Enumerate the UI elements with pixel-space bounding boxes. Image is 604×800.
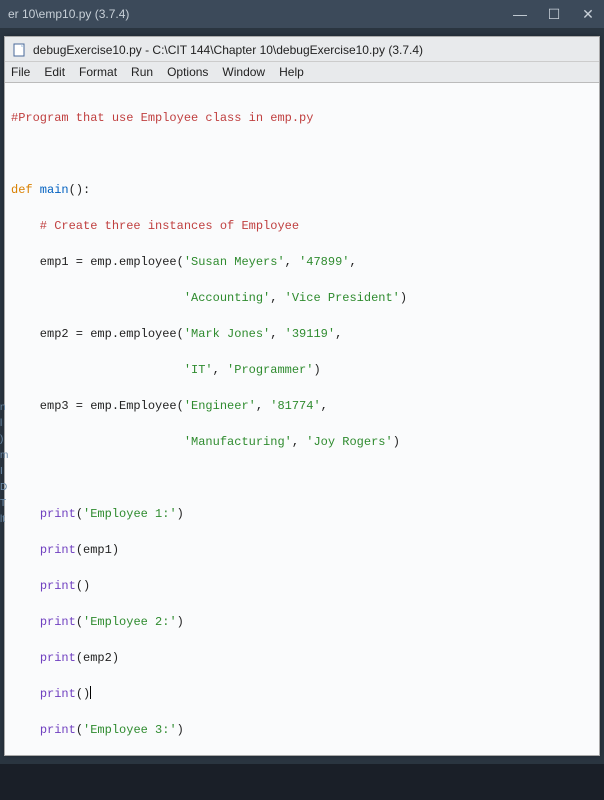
close-button[interactable]: ✕ [580,6,596,23]
menu-edit[interactable]: Edit [44,65,65,79]
menu-format[interactable]: Format [79,65,117,79]
idle-editor-window: debugExercise10.py - C:\CIT 144\Chapter … [4,36,600,756]
text-cursor [90,686,91,699]
editor-titlebar: debugExercise10.py - C:\CIT 144\Chapter … [5,37,599,62]
menubar: File Edit Format Run Options Window Help [5,62,599,83]
windows-taskbar[interactable] [0,764,604,800]
outer-window-controls: — ☐ ✕ [512,6,596,23]
menu-run[interactable]: Run [131,65,153,79]
menu-options[interactable]: Options [167,65,208,79]
minimize-button[interactable]: — [512,6,528,22]
python-file-icon [13,43,27,57]
code-comment: #Program that use Employee class in emp.… [11,111,313,125]
background-editor-gutter: n l ) m I D T lt [0,400,8,528]
outer-window-titlebar: er 10\emp10.py (3.7.4) — ☐ ✕ [0,0,604,28]
maximize-button[interactable]: ☐ [546,6,562,23]
menu-window[interactable]: Window [222,65,265,79]
menu-help[interactable]: Help [279,65,304,79]
outer-window-title: er 10\emp10.py (3.7.4) [8,7,129,21]
editor-title-text: debugExercise10.py - C:\CIT 144\Chapter … [33,43,423,57]
code-editor[interactable]: #Program that use Employee class in emp.… [5,83,599,755]
menu-file[interactable]: File [11,65,30,79]
